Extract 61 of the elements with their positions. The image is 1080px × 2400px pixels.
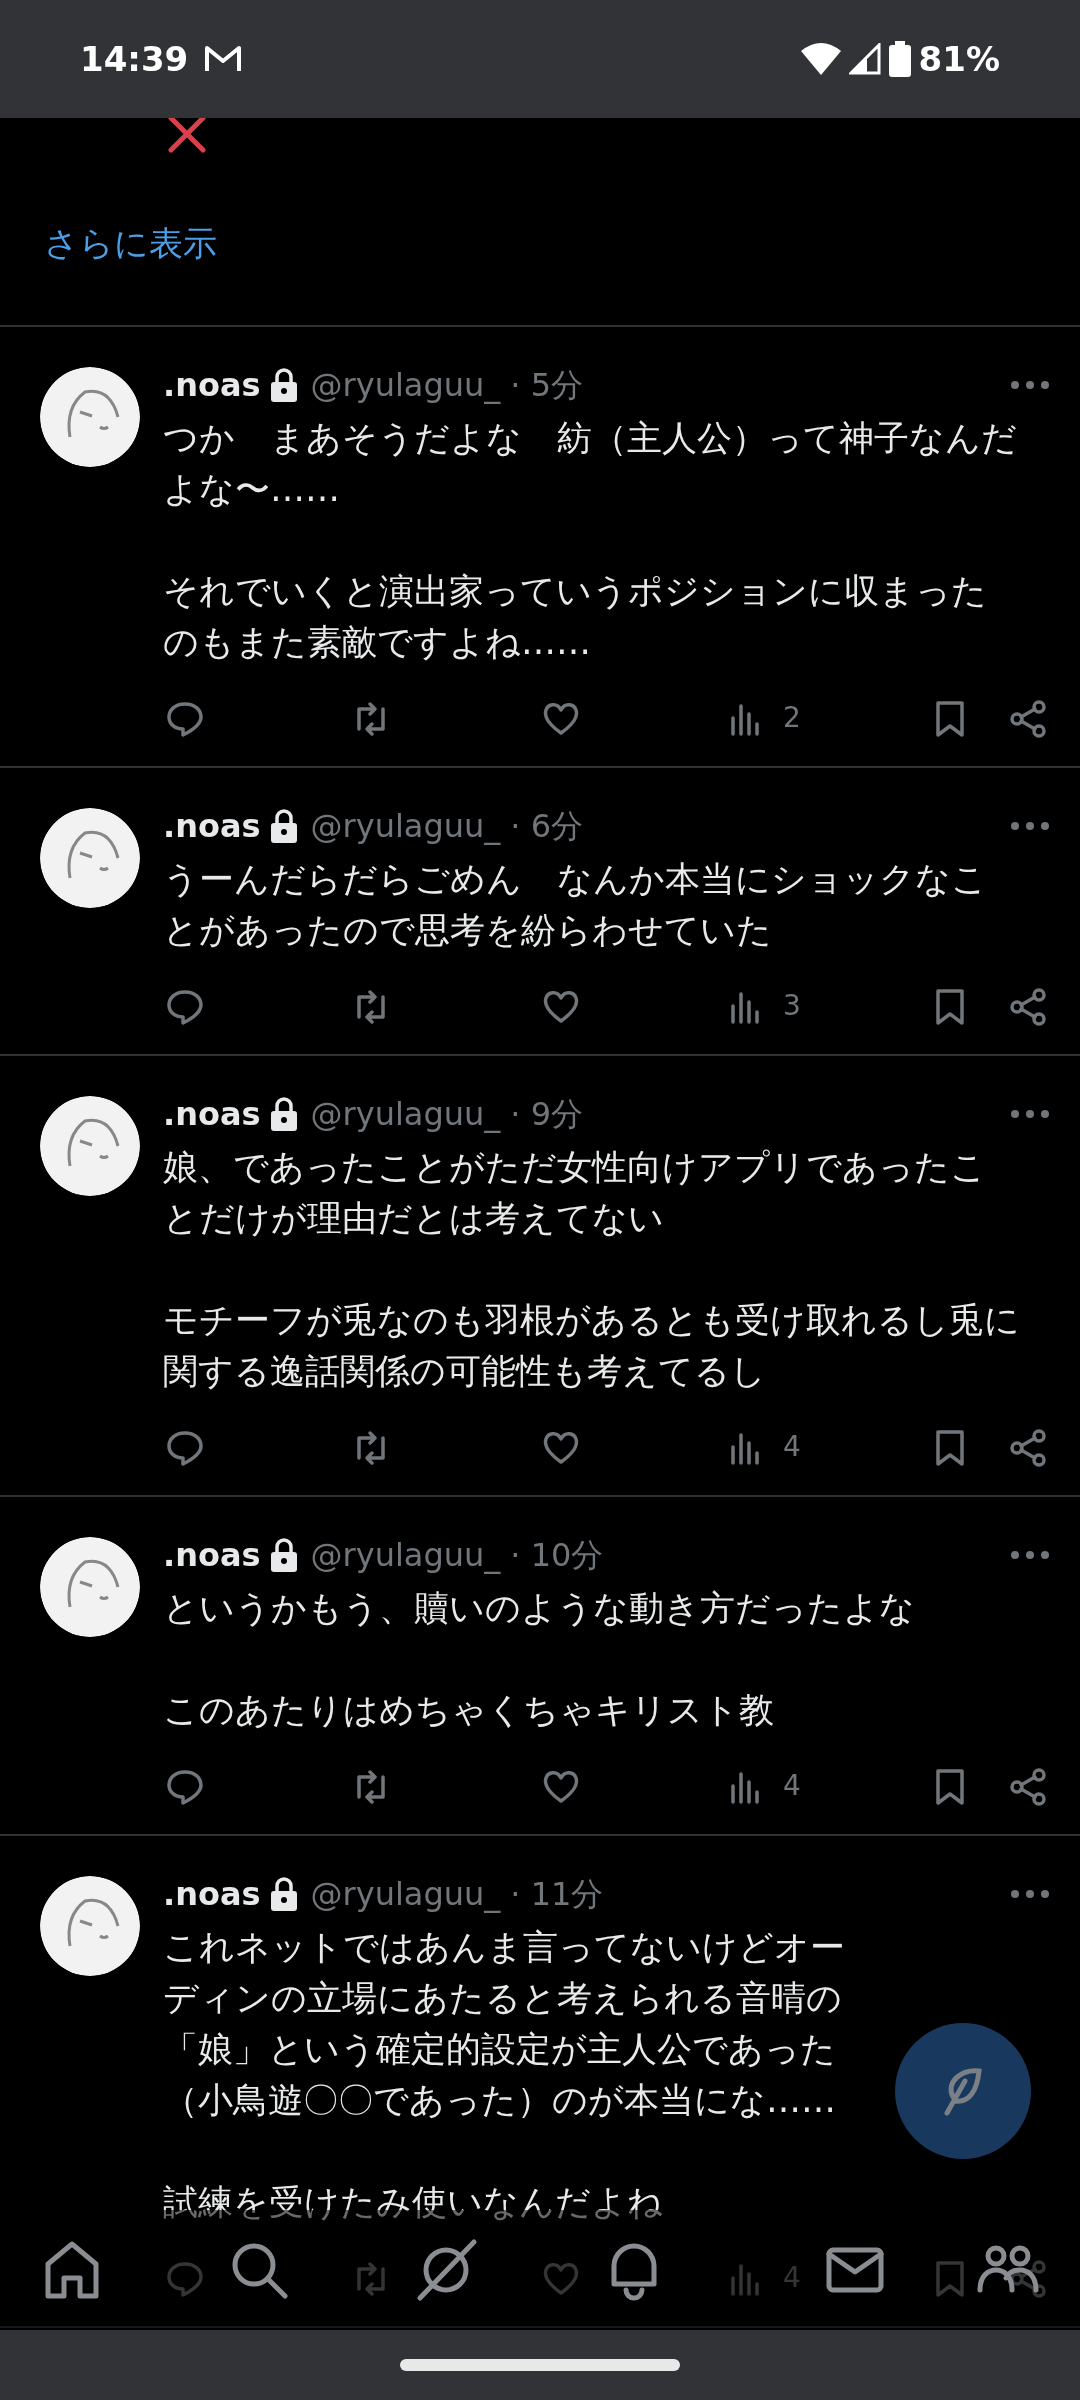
- avatar-icon[interactable]: [40, 808, 140, 908]
- user-handle[interactable]: @ryulaguu_: [310, 1090, 501, 1138]
- mail-icon: [204, 44, 243, 74]
- lock-icon: [268, 1877, 299, 1911]
- status-time: 14:39: [80, 37, 189, 81]
- share-icon[interactable]: [1008, 1428, 1048, 1468]
- share-icon[interactable]: [1008, 1767, 1048, 1807]
- lock-icon: [268, 1097, 299, 1131]
- post-text: つか まあそうだよな 紡（主人公）って神子なんだよな〜……: [163, 417, 1018, 511]
- post-text: これネットではあんま言ってないけどオーディンの立場にあたると考えられる音晴の「娘」という確定的設定が主人公であった（小鳥遊〇〇であった）のが本当にな……: [163, 1926, 846, 2122]
- reply-icon[interactable]: [165, 1767, 205, 1807]
- user-handle[interactable]: @ryulaguu_: [310, 361, 501, 409]
- more-icon[interactable]: [1010, 1889, 1050, 1899]
- user-handle[interactable]: @ryulaguu_: [310, 802, 501, 850]
- avatar-icon[interactable]: [40, 367, 140, 467]
- post-text: 試練を受けたみ使いなんだよね: [163, 2181, 664, 2224]
- avatar-icon[interactable]: [40, 1537, 140, 1637]
- more-icon[interactable]: [1010, 1109, 1050, 1119]
- signal-icon: [848, 43, 881, 75]
- view-count: 4: [783, 1768, 801, 1804]
- view-count: 3: [783, 988, 801, 1024]
- reply-icon[interactable]: [165, 699, 205, 739]
- post-text: モチーフが兎なのも羽根があるとも受け取れるし兎に関する逸話関係の可能性も考えてるし: [163, 1299, 1021, 1393]
- wifi-icon: [800, 43, 841, 75]
- avatar-icon[interactable]: [40, 1876, 140, 1976]
- post-text: このあたりはめちゃくちゃキリスト教: [163, 1689, 775, 1732]
- post-text: 娘、であったことがただ女性向けアプリであったことだけが理由だとは考えてない: [163, 1146, 987, 1240]
- post-time: · 10分: [510, 1535, 604, 1576]
- post-text: それでいくと演出家っていうポジションに収まったのもまた素敵ですよね……: [163, 570, 988, 664]
- post-time: · 9分: [510, 1094, 583, 1135]
- lock-icon: [268, 1538, 299, 1572]
- display-name[interactable]: .noas: [163, 1870, 261, 1918]
- user-handle[interactable]: @ryulaguu_: [310, 1870, 501, 1918]
- more-icon[interactable]: [1010, 380, 1050, 390]
- share-icon[interactable]: [1008, 2259, 1048, 2299]
- user-handle[interactable]: @ryulaguu_: [310, 1531, 501, 1579]
- more-icon[interactable]: [1010, 821, 1050, 831]
- more-icon[interactable]: [1010, 1550, 1050, 1560]
- cross-icon: [165, 118, 209, 154]
- battery-percent: 81%: [918, 37, 1000, 81]
- post-text: うーんだらだらごめん なんか本当にショックなことがあったので思考を紛らわせていた: [163, 858, 988, 952]
- post-time: · 11分: [510, 1874, 604, 1915]
- view-count: 4: [783, 1429, 801, 1465]
- display-name[interactable]: .noas: [163, 1090, 261, 1138]
- display-name[interactable]: .noas: [163, 361, 261, 409]
- display-name[interactable]: .noas: [163, 1531, 261, 1579]
- post-time: · 5分: [510, 365, 583, 406]
- post-text: というかもう、贖いのような動き方だったよな: [163, 1587, 916, 1630]
- lock-icon: [268, 368, 299, 402]
- reply-icon[interactable]: [165, 1428, 205, 1468]
- avatar-icon[interactable]: [40, 1096, 140, 1196]
- share-icon[interactable]: [1008, 987, 1048, 1027]
- show-more-link[interactable]: さらに表示: [44, 218, 217, 269]
- reply-icon[interactable]: [165, 987, 205, 1027]
- display-name[interactable]: .noas: [163, 802, 261, 850]
- lock-icon: [268, 809, 299, 843]
- battery-icon: [888, 41, 911, 77]
- slashed-circle-icon[interactable]: [414, 2238, 479, 2302]
- post-time: · 6分: [510, 806, 583, 847]
- view-count: 2: [783, 700, 801, 736]
- share-icon[interactable]: [1008, 699, 1048, 739]
